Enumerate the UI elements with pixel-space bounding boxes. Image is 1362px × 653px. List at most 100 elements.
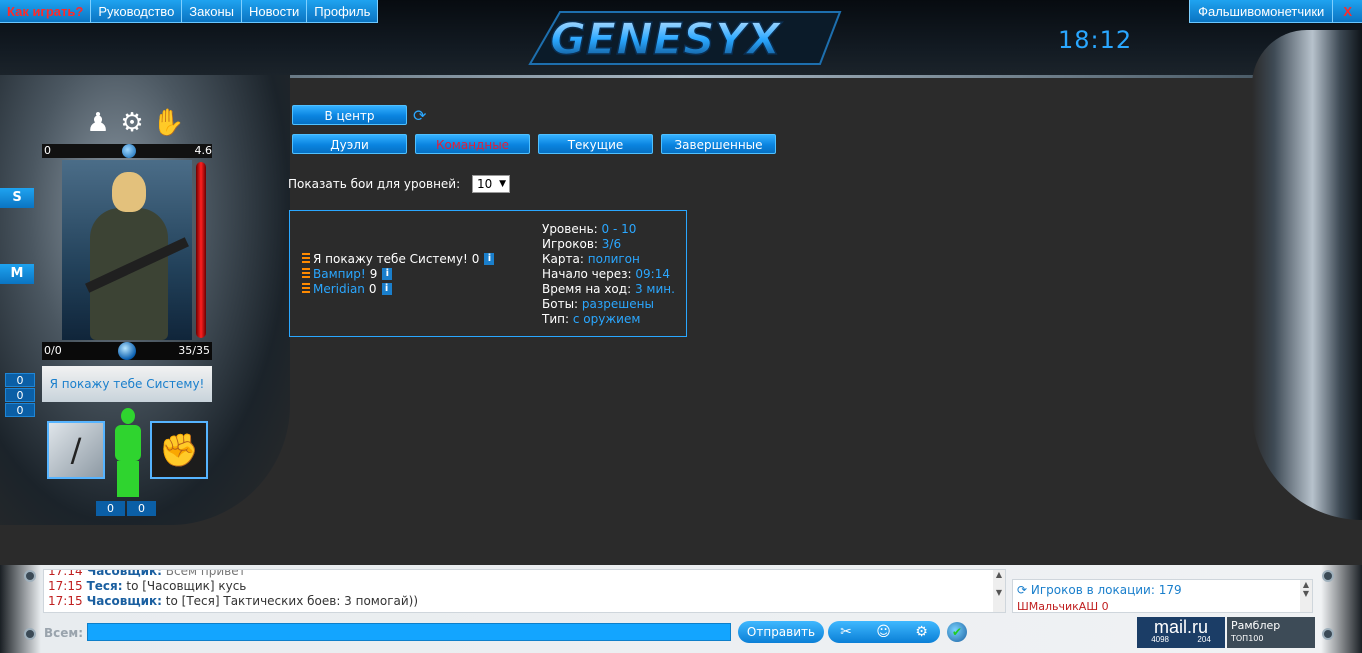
level-select-value: 10	[477, 177, 493, 191]
fist-icon: ✊	[159, 431, 199, 469]
globe-icon[interactable]	[118, 342, 136, 360]
mail-counter-value: 4098	[1151, 635, 1169, 644]
gears-icon[interactable]: ⚙	[118, 108, 146, 138]
tab-current[interactable]: Текущие	[538, 134, 653, 154]
participant-name[interactable]: Я покажу тебе Систему!	[313, 252, 468, 266]
chat-tools: ✂ ☺ ⚙	[828, 621, 940, 643]
close-button[interactable]: X	[1332, 0, 1362, 23]
detail-map: Карта: полигон	[542, 252, 640, 266]
character-portrait	[62, 160, 192, 340]
smiley-icon[interactable]: ☺	[876, 624, 891, 640]
side-counter: 0	[5, 373, 35, 387]
participant-row: Meridian 0 i	[302, 281, 494, 296]
eye-icon[interactable]	[1322, 570, 1334, 582]
tab-team[interactable]: Командные	[415, 134, 530, 154]
info-icon[interactable]: i	[484, 252, 495, 265]
online-players-panel[interactable]: ⟳ Игроков в локации: 179 ШМальчикАШ 0 ▲ ▼	[1012, 579, 1313, 613]
equip-counter: 0	[127, 501, 156, 516]
eye-icon[interactable]	[24, 628, 36, 640]
side-counter: 0	[5, 388, 35, 402]
nav-counterfeiters[interactable]: Фальшивомонетчики	[1189, 0, 1333, 23]
participant-name[interactable]: Meridian	[313, 282, 365, 296]
participant-name[interactable]: Вампир!	[313, 267, 366, 281]
level-select[interactable]: 10 ▼	[472, 175, 510, 193]
participant-row: Вампир! 9 i	[302, 266, 494, 281]
eye-icon[interactable]	[1322, 628, 1334, 640]
nav-news[interactable]: Новости	[241, 0, 308, 23]
participant-list: Я покажу тебе Систему! 0 i Вампир! 9 i M…	[302, 251, 495, 296]
nav-how-to-play[interactable]: Как играть?	[0, 0, 92, 23]
team-marker-icon	[302, 252, 310, 265]
team-marker-icon	[302, 267, 310, 280]
gears-icon[interactable]: ⚙	[915, 624, 928, 640]
health-bar	[196, 162, 206, 338]
nav-profile[interactable]: Профиль	[307, 0, 379, 23]
detail-turn-time: Время на ход: 3 мин.	[542, 282, 675, 296]
stat-right-value: 4.6	[194, 144, 213, 157]
status-check-icon[interactable]: ✔	[947, 622, 967, 642]
mail-counter-value: 204	[1197, 635, 1211, 644]
chevron-down-icon: ▼	[499, 179, 506, 189]
info-icon[interactable]: i	[382, 267, 393, 280]
side-tab-s[interactable]: S	[0, 188, 34, 208]
rambler-sub: ТОП100	[1231, 634, 1264, 643]
tab-finished[interactable]: Завершенные	[661, 134, 776, 154]
detail-level: Уровень: 0 - 10	[542, 222, 637, 236]
tab-duels[interactable]: Дуэли	[292, 134, 407, 154]
nav-guide[interactable]: Руководство	[91, 0, 183, 23]
top-right-nav: Фальшивомонетчики X	[1189, 0, 1362, 23]
health-value: 35/35	[178, 344, 210, 357]
detail-bots: Боты: разрешены	[542, 297, 654, 311]
energy-value: 0/0	[44, 344, 62, 357]
stat-knob	[122, 144, 136, 158]
stat-left-value: 0	[44, 144, 51, 157]
chat-input[interactable]	[87, 623, 731, 641]
send-button[interactable]: Отправить	[738, 621, 824, 643]
character-name[interactable]: Я покажу тебе Систему!	[42, 366, 212, 402]
experience-bar: 0 4.6	[42, 144, 212, 158]
chat-log[interactable]: 17:14 Часовщик: Всем привет 17:15 Теся: to…	[43, 569, 1006, 613]
right-machinery-decoration	[1252, 30, 1362, 520]
character-vitals: 0/0 35/35	[42, 342, 212, 360]
refresh-icon[interactable]: ⟳	[413, 106, 431, 125]
svg-text:GENESYX: GENESYX	[550, 14, 783, 65]
rifle-icon: ∕	[70, 431, 82, 469]
equip-counter: 0	[96, 501, 125, 516]
battle-details: Уровень: 0 - 10 Игроков: 3/6 Карта: поли…	[542, 222, 675, 327]
participant-level: 0	[471, 251, 480, 266]
detail-start: Начало через: 09:14	[542, 267, 670, 281]
info-icon[interactable]: i	[381, 282, 392, 295]
rambler-counter[interactable]: Рамблер ТОП100	[1227, 617, 1315, 648]
side-counters: 0 0 0	[5, 373, 35, 418]
top-nav: Как играть? Руководство Законы Новости П…	[0, 0, 379, 23]
chat-channel-label: Всем:	[44, 626, 84, 640]
weapon-slot[interactable]: ∕	[47, 421, 105, 479]
participant-level: 0	[368, 281, 377, 296]
side-tab-m[interactable]: M	[0, 264, 34, 284]
hand-icon[interactable]: ✋	[152, 108, 184, 138]
chat-message: 17:15 Теся: to [Часовщик] кусь	[48, 579, 247, 593]
eye-icon[interactable]	[24, 570, 36, 582]
participant-level: 9	[369, 266, 378, 281]
side-counter: 0	[5, 403, 35, 417]
battle-card[interactable]: Я покажу тебе Систему! 0 i Вампир! 9 i M…	[289, 210, 687, 337]
nav-laws[interactable]: Законы	[182, 0, 242, 23]
character-actions: ♟ ⚙ ✋	[84, 108, 184, 138]
mail-ru-counter[interactable]: mail.ru 4098 204	[1137, 617, 1225, 648]
to-center-button[interactable]: В центр	[292, 105, 407, 125]
chat-message: 17:15 Часовщик: to [Теся] Тактических бое…	[48, 594, 419, 608]
online-player-row[interactable]: ШМальчикАШ 0	[1013, 600, 1312, 612]
detail-players: Игроков: 3/6	[542, 237, 622, 251]
chat-message: 17:14 Часовщик: Всем привет	[48, 569, 246, 578]
online-players-count: ⟳ Игроков в локации: 179	[1017, 583, 1182, 597]
body-armor-figure[interactable]	[110, 408, 146, 498]
participant-row: Я покажу тебе Систему! 0 i	[302, 251, 495, 266]
genesyx-logo: GENESYX	[528, 11, 842, 66]
person-icon[interactable]: ♟	[84, 108, 112, 138]
detail-type: Тип: с оружием	[542, 312, 641, 326]
fist-slot[interactable]: ✊	[150, 421, 208, 479]
chat-scrollbar[interactable]: ▲ ▼	[993, 570, 1005, 612]
scissors-icon[interactable]: ✂	[840, 624, 852, 640]
rambler-brand: Рамблер	[1231, 619, 1281, 632]
online-scrollbar[interactable]: ▲ ▼	[1300, 580, 1312, 612]
